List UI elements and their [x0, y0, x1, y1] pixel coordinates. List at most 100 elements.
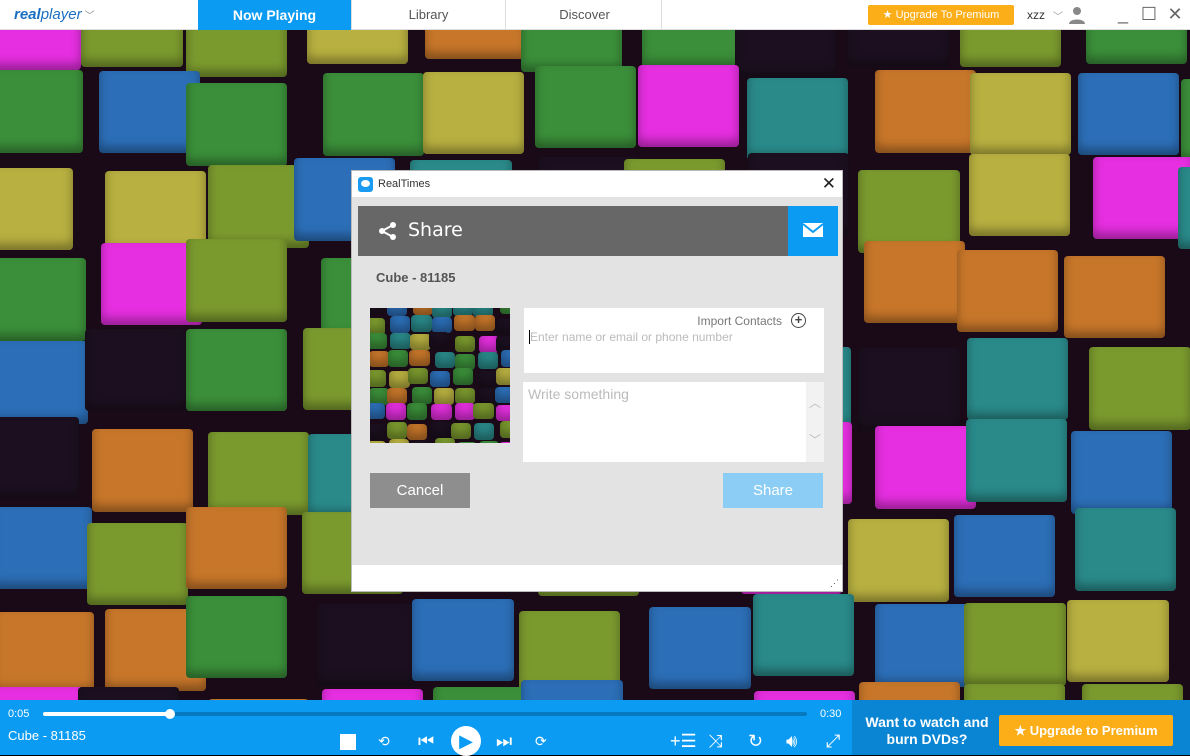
- shuffle-icon[interactable]: ⤨: [708, 730, 722, 752]
- dialog-title-bar: RealTimes ✕: [352, 171, 842, 197]
- import-contacts-link[interactable]: Import Contacts: [697, 314, 782, 328]
- play-icon[interactable]: ▶: [451, 726, 481, 756]
- cube-tile: [435, 352, 455, 369]
- cube-tile: [370, 403, 385, 420]
- realplayer-logo[interactable]: realplayer﹀: [14, 6, 95, 23]
- cube-tile: [455, 388, 475, 405]
- cube-tile: [389, 371, 409, 388]
- cube-tile: [535, 66, 636, 149]
- cube-tile: [475, 315, 495, 332]
- tab-discover[interactable]: Discover: [508, 0, 662, 30]
- rewind-10-icon[interactable]: ⟲: [378, 730, 390, 752]
- chevron-down-icon[interactable]: ﹀: [1053, 8, 1063, 23]
- cube-tile: [425, 30, 526, 59]
- share-button[interactable]: Share: [723, 473, 823, 508]
- cube-tile: [407, 403, 427, 420]
- dialog-close-button[interactable]: ✕: [822, 174, 836, 194]
- stop-icon[interactable]: [340, 730, 356, 752]
- forward-10-icon[interactable]: ⟳: [535, 730, 547, 752]
- cube-tile: [960, 30, 1061, 67]
- volume-icon[interactable]: 🔊︎: [786, 730, 797, 752]
- recipient-input[interactable]: [529, 330, 809, 344]
- seek-progress: [43, 712, 170, 716]
- cube-tile: [78, 687, 179, 700]
- now-playing-title: Cube - 81185: [8, 728, 86, 743]
- cube-tile: [186, 596, 287, 679]
- share-icon: [378, 221, 398, 241]
- upgrade-premium-button[interactable]: ★ Upgrade to Premium: [999, 715, 1173, 746]
- tab-now-playing[interactable]: Now Playing: [198, 0, 352, 30]
- cube-tile: [521, 680, 622, 700]
- email-share-button[interactable]: [788, 206, 838, 256]
- cube-tile: [499, 442, 510, 443]
- resize-grip-icon[interactable]: ⋰: [830, 578, 839, 589]
- plus-circle-icon[interactable]: +: [791, 313, 806, 328]
- scrollbar[interactable]: ︿﹀: [806, 382, 824, 462]
- fullscreen-icon[interactable]: ⤢: [826, 730, 840, 752]
- cube-tile: [1067, 600, 1168, 683]
- cube-tile: [411, 441, 431, 443]
- tab-library[interactable]: Library: [352, 0, 506, 30]
- cube-tile: [432, 317, 452, 334]
- cube-tile: [500, 421, 510, 438]
- cube-tile: [412, 599, 513, 682]
- chevron-down-icon[interactable]: ﹀: [806, 431, 824, 448]
- cube-tile: [754, 691, 855, 700]
- chevron-up-icon[interactable]: ︿: [806, 394, 824, 411]
- cube-tile: [875, 426, 976, 509]
- next-icon[interactable]: ⏭: [496, 730, 512, 752]
- cube-tile: [859, 682, 960, 700]
- cube-tile: [370, 333, 387, 350]
- cube-tile: [966, 419, 1067, 502]
- cube-tile: [1082, 684, 1183, 700]
- cube-tile: [642, 30, 743, 68]
- cube-tile: [501, 350, 510, 367]
- cube-tile: [186, 507, 287, 590]
- minimize-button[interactable]: _: [1112, 4, 1134, 25]
- cube-tile: [412, 387, 432, 404]
- cube-tile: [186, 30, 287, 77]
- cube-tile: [423, 72, 524, 155]
- seek-bar[interactable]: [43, 712, 807, 716]
- cube-tile: [875, 70, 976, 153]
- cube-tile: [370, 308, 385, 314]
- cube-tile: [186, 239, 287, 322]
- cube-tile: [408, 368, 428, 385]
- cancel-button[interactable]: Cancel: [370, 473, 470, 508]
- close-button[interactable]: ✕: [1164, 4, 1186, 25]
- realtimes-icon: [358, 177, 373, 192]
- cube-tile: [409, 350, 429, 367]
- seek-handle[interactable]: [165, 709, 175, 719]
- cube-tile: [455, 403, 475, 420]
- recipient-field[interactable]: Import Contacts +: [524, 308, 824, 373]
- cube-tile: [370, 441, 386, 443]
- cube-tile: [429, 332, 449, 349]
- cube-tile: [431, 404, 451, 421]
- cube-tile: [307, 30, 408, 64]
- promo-panel: Want to watch and burn DVDs? ★ Upgrade t…: [852, 700, 1190, 755]
- cube-tile: [649, 607, 750, 690]
- username[interactable]: xzz: [1027, 8, 1045, 22]
- cube-tile: [323, 73, 424, 156]
- maximize-button[interactable]: ☐: [1138, 4, 1160, 25]
- message-field[interactable]: ︿﹀: [523, 382, 824, 462]
- cube-tile: [0, 258, 86, 341]
- cube-tile: [478, 352, 498, 369]
- cube-tile: [473, 403, 493, 420]
- cube-tile: [496, 405, 510, 422]
- cube-tile: [0, 341, 88, 424]
- cube-tile: [1071, 431, 1172, 514]
- current-time: 0:05: [8, 708, 29, 720]
- cube-tile: [0, 168, 73, 251]
- cube-tile: [1178, 167, 1190, 250]
- title-bar: realplayer﹀ Now Playing Library Discover…: [0, 0, 1190, 30]
- user-icon[interactable]: [1068, 6, 1086, 24]
- add-to-playlist-icon[interactable]: +☰: [670, 730, 697, 752]
- message-input[interactable]: [523, 382, 805, 462]
- cube-tile: [864, 241, 965, 324]
- repeat-icon[interactable]: ↻: [748, 730, 763, 752]
- cube-tile: [0, 507, 92, 590]
- upgrade-premium-button[interactable]: ★ Upgrade To Premium: [868, 5, 1014, 25]
- previous-icon[interactable]: ⏮: [418, 730, 434, 752]
- cube-tile: [969, 154, 1070, 237]
